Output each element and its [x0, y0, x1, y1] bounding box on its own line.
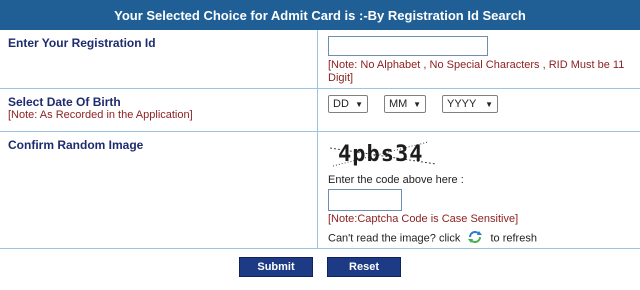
registration-label: Enter Your Registration Id [8, 36, 156, 50]
month-select[interactable]: MM ▼ [384, 95, 426, 113]
reset-button[interactable]: Reset [327, 257, 401, 277]
dob-note: [Note: As Recorded in the Application] [8, 109, 193, 121]
day-select-value: DD [333, 98, 349, 110]
captcha-note: [Note:Captcha Code is Case Sensitive] [328, 213, 519, 225]
registration-input-cell: [Note: No Alphabet , No Special Characte… [318, 30, 640, 88]
year-select-value: YYYY [447, 98, 477, 110]
refresh-icon[interactable] [467, 230, 483, 247]
registration-note: [Note: No Alphabet , No Special Characte… [328, 59, 625, 84]
registration-id-input[interactable] [328, 36, 488, 56]
page-title: Your Selected Choice for Admit Card is :… [0, 0, 640, 30]
page-title-text: Your Selected Choice for Admit Card is :… [114, 7, 526, 23]
captcha-label-cell: Confirm Random Image [0, 132, 318, 248]
registration-row: Enter Your Registration Id [Note: No Alp… [0, 30, 640, 89]
captcha-input[interactable] [328, 189, 402, 211]
chevron-down-icon: ▼ [485, 99, 493, 109]
day-select[interactable]: DD ▼ [328, 95, 368, 113]
form-grid: Enter Your Registration Id [Note: No Alp… [0, 30, 640, 249]
chevron-down-icon: ▼ [413, 99, 421, 109]
form-buttons: Submit Reset [0, 257, 640, 277]
captcha-enter-label: Enter the code above here : [328, 174, 464, 186]
dob-select-cell: DD ▼ MM ▼ YYYY ▼ [318, 89, 640, 131]
captcha-refresh-text: Can't read the image? click to refresh [328, 230, 640, 247]
captcha-row: Confirm Random Image 4pbs34 Enter the co… [0, 132, 640, 249]
dob-row: Select Date Of Birth [Note: As Recorded … [0, 89, 640, 132]
registration-label-cell: Enter Your Registration Id [0, 30, 318, 88]
refresh-prefix: Can't read the image? click [328, 232, 461, 245]
chevron-down-icon: ▼ [355, 99, 363, 109]
dob-label-cell: Select Date Of Birth [Note: As Recorded … [0, 89, 318, 131]
captcha-code: 4pbs34 [338, 142, 424, 167]
submit-button[interactable]: Submit [239, 257, 313, 277]
year-select[interactable]: YYYY ▼ [442, 95, 498, 113]
captcha-label: Confirm Random Image [8, 138, 144, 152]
captcha-cell: 4pbs34 Enter the code above here : [Note… [318, 132, 640, 248]
dob-selects: DD ▼ MM ▼ YYYY ▼ [328, 95, 640, 113]
dob-label: Select Date Of Birth [8, 95, 121, 109]
refresh-suffix: to refresh [490, 232, 537, 245]
month-select-value: MM [389, 98, 408, 110]
captcha-image: 4pbs34 [328, 136, 438, 174]
